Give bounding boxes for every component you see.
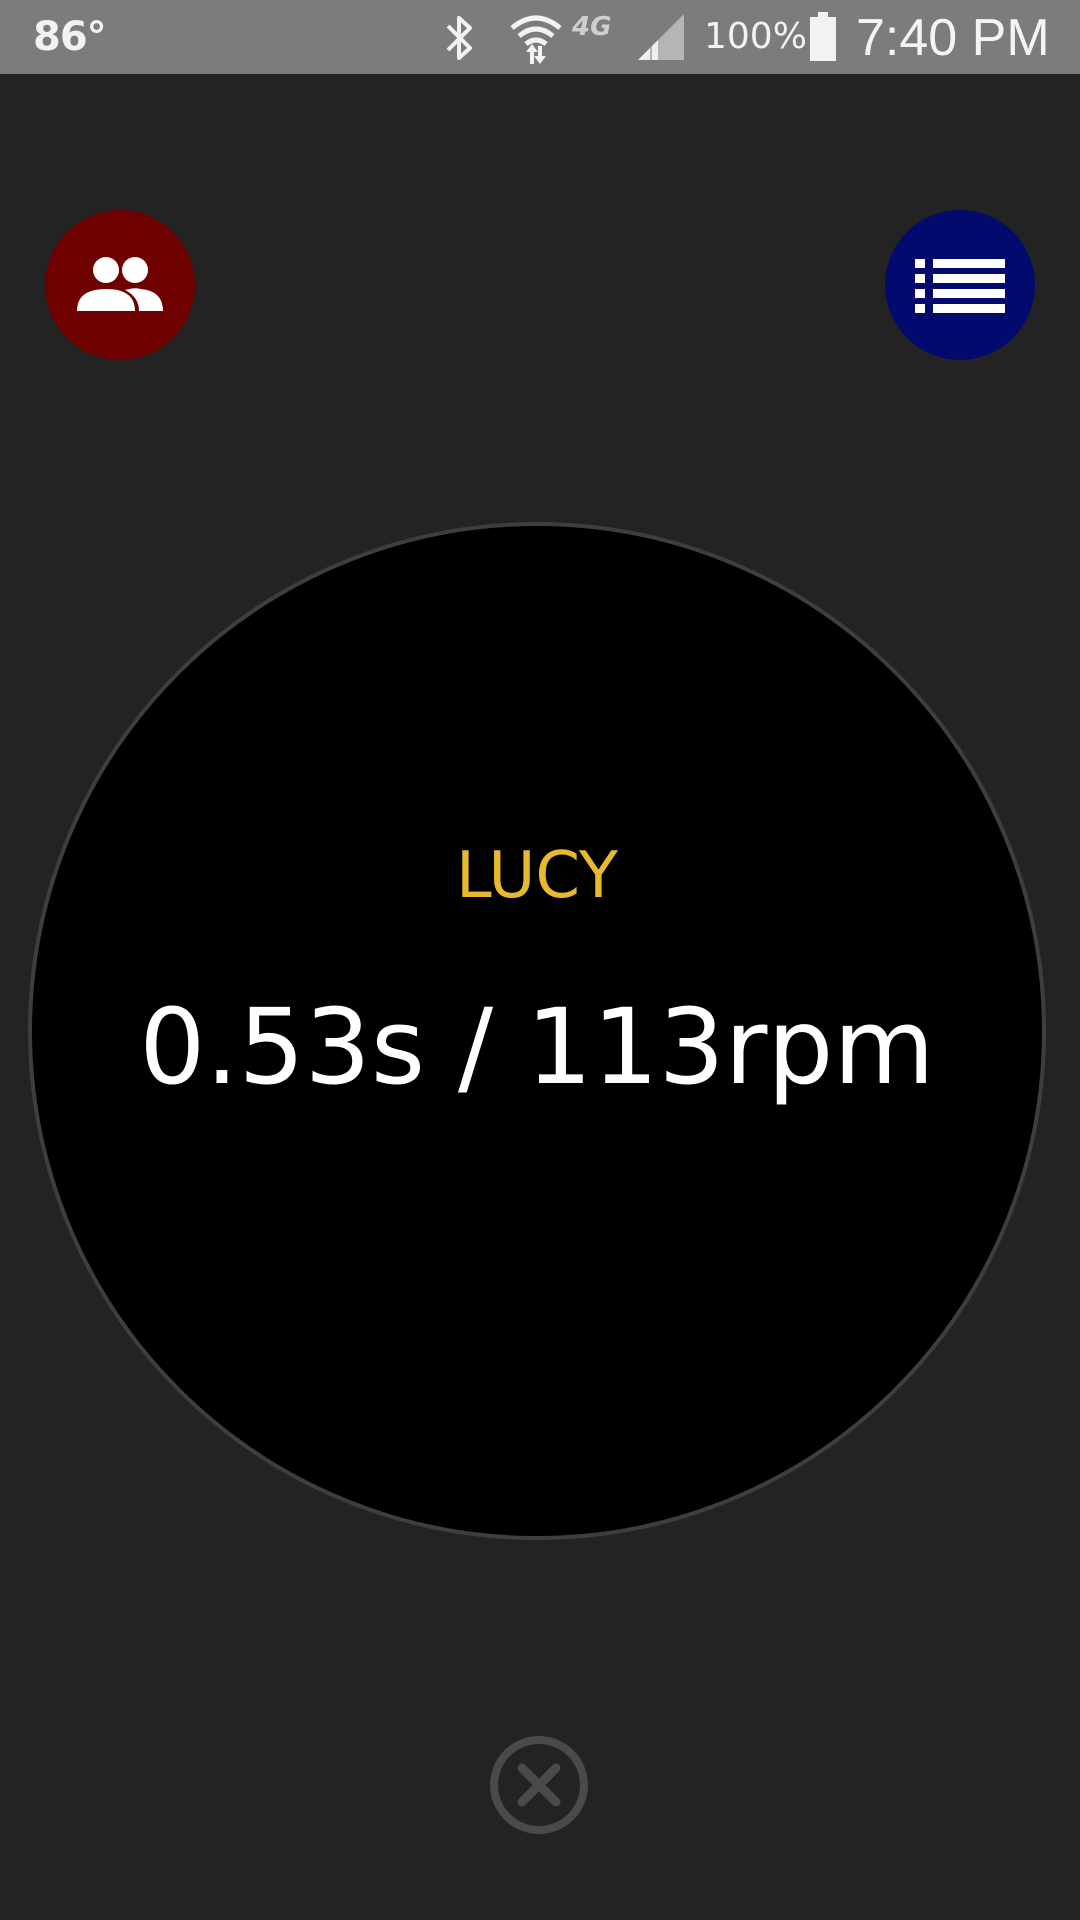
battery-percent: 100% (704, 16, 807, 57)
people-button[interactable] (45, 210, 195, 360)
people-icon (77, 257, 163, 311)
status-temperature: 86° (33, 14, 107, 60)
bluetooth-icon (446, 16, 472, 60)
tap-timer-circle[interactable]: LUCY 0.53s / 113rpm (28, 522, 1046, 1540)
close-button[interactable] (489, 1735, 589, 1835)
wifi-icon (510, 15, 562, 64)
network-type-label: 4G (572, 12, 612, 42)
list-icon (915, 259, 1005, 313)
timer-name: LUCY (456, 839, 618, 913)
status-time: 7:40 PM (856, 9, 1050, 67)
battery-icon (810, 12, 836, 61)
screen: 86° 4G 100% 7:40 PM LUCY 0.53s / 113rpm (0, 0, 1080, 1920)
signal-icon (638, 14, 684, 60)
timer-reading: 0.53s / 113rpm (139, 986, 935, 1108)
list-button[interactable] (885, 210, 1035, 360)
close-icon (490, 1736, 588, 1834)
status-bar: 86° 4G 100% 7:40 PM (0, 0, 1080, 74)
